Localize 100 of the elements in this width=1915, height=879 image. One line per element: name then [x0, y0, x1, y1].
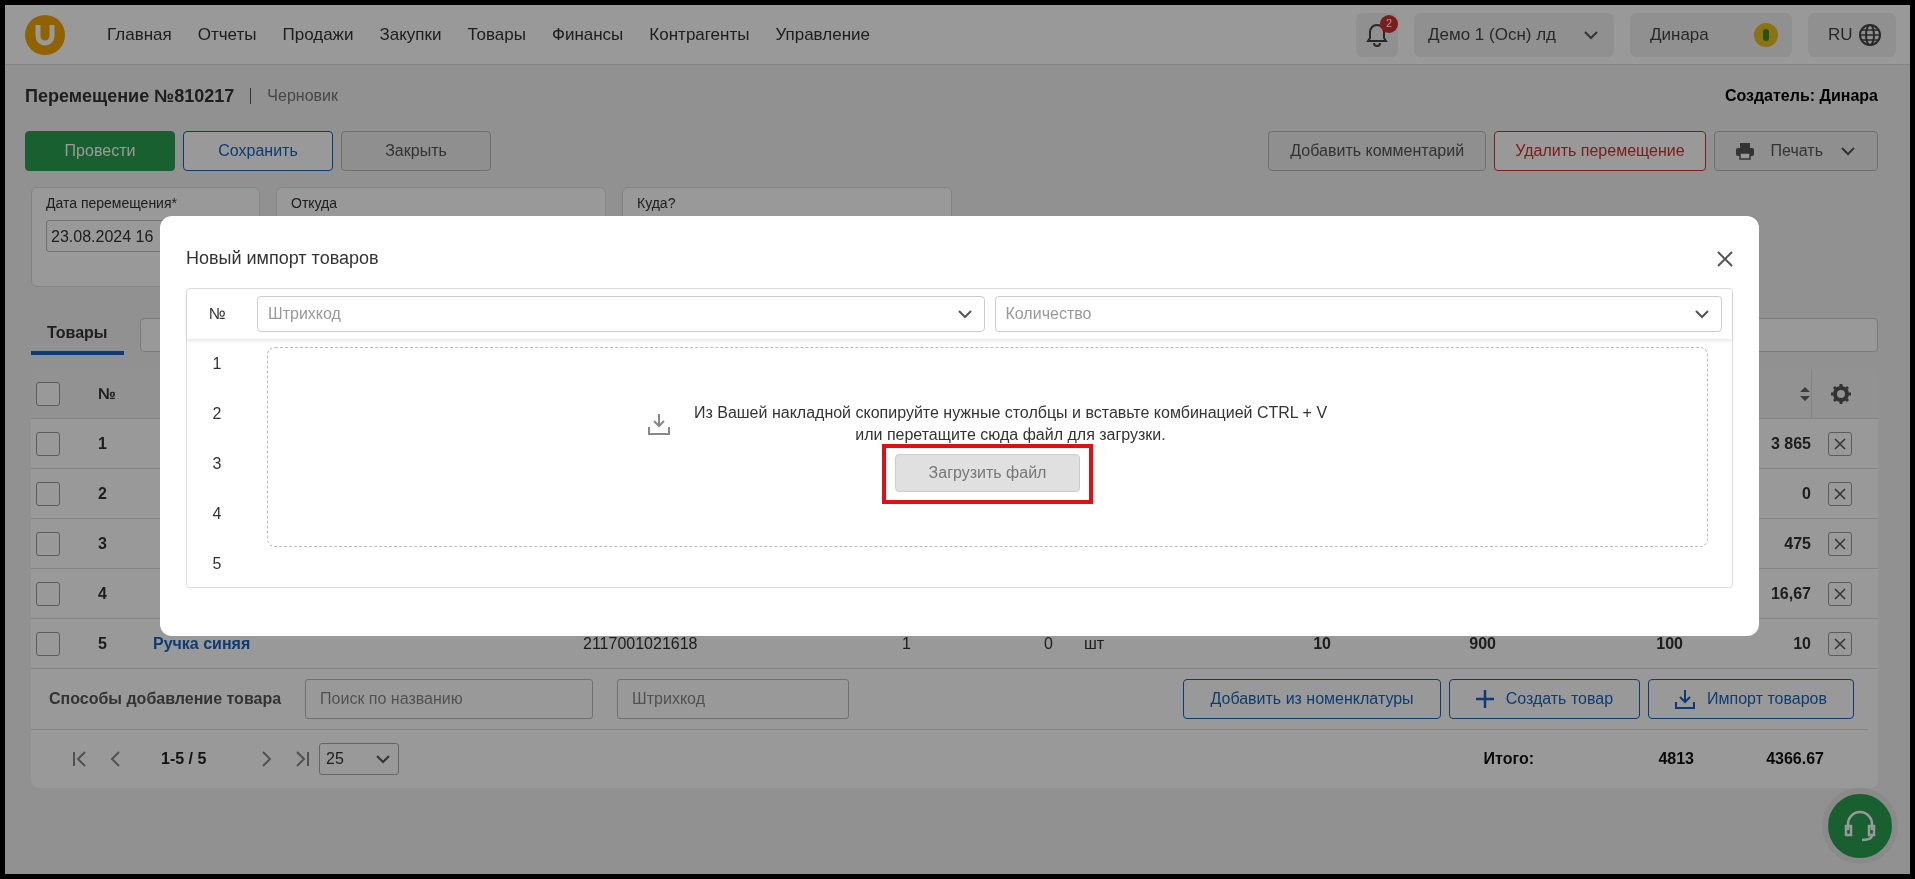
close-icon	[1834, 437, 1846, 450]
total-value: 4366.67	[1765, 749, 1824, 769]
table-cell: 10	[1793, 634, 1811, 652]
language-select[interactable]: RU	[1808, 12, 1896, 57]
page-size-select[interactable]: 25	[319, 743, 399, 775]
user-name: Динара	[1650, 23, 1709, 46]
avatar	[1754, 22, 1778, 47]
row-number: 3	[212, 454, 222, 474]
row-checkbox[interactable]	[36, 531, 60, 556]
row-checkbox[interactable]	[36, 431, 60, 456]
first-page-icon	[71, 750, 89, 768]
search-field[interactable]: Поиск по названию	[305, 679, 594, 719]
nav-link[interactable]: Контрагенты	[649, 21, 750, 48]
table-cell: 475	[1784, 534, 1811, 552]
tab[interactable]: Товары	[31, 315, 124, 355]
action-button[interactable]: Провести	[25, 131, 175, 171]
remove-button[interactable]	[1828, 431, 1852, 456]
remove-button[interactable]	[1828, 481, 1852, 506]
company-select[interactable]: Демо 1 (Осн) лд	[1414, 12, 1614, 57]
row-number: 1	[97, 433, 108, 454]
row-checkbox[interactable]	[36, 581, 60, 606]
table-cell: шт	[1084, 634, 1105, 652]
nav-link[interactable]: Товары	[467, 21, 526, 48]
notification-badge: 2	[1380, 14, 1398, 33]
table-cell: 3 865	[1770, 434, 1811, 452]
nav-link[interactable]: Продажи	[282, 21, 354, 48]
download-icon	[647, 413, 670, 435]
row-number: 5	[97, 633, 108, 654]
remove-button[interactable]	[1828, 581, 1852, 606]
nav-link[interactable]: Управление	[775, 21, 870, 48]
next-page-icon	[261, 750, 273, 768]
table-cell: 2117001021618	[583, 634, 698, 652]
barcode-field[interactable]: Штрихкод	[617, 679, 850, 719]
add-button[interactable]: Добавить из номенклатуры	[1183, 679, 1441, 719]
row-number: 2	[97, 483, 108, 504]
remove-button[interactable]	[1828, 531, 1852, 556]
field-label: Дата перемещения*	[46, 194, 178, 213]
company-name: Демо 1 (Осн) лд	[1428, 23, 1556, 46]
nav-link[interactable]: Финансы	[551, 21, 624, 48]
column-header: №	[208, 304, 226, 324]
print-button[interactable]: Печать	[1713, 131, 1878, 171]
table-cell: 16,67	[1770, 584, 1811, 602]
plus-icon	[1475, 690, 1494, 708]
row-number: 4	[97, 583, 108, 604]
close-icon	[1834, 587, 1846, 600]
row-number: 1	[212, 354, 222, 374]
row-number: 4	[212, 504, 222, 524]
close-icon	[1834, 537, 1846, 550]
document-title: Перемещение №810217	[25, 84, 235, 108]
drop-zone[interactable]: Из Вашей накладной скопируйте нужные столбцы и вставьте комбинацией CTRL + V или перетащите сюда файл для загрузки. Загрузить файл	[267, 347, 1708, 547]
download-icon	[1675, 689, 1696, 709]
table-cell: 0	[1802, 484, 1811, 502]
nav-link[interactable]: Закупки	[379, 21, 442, 48]
logo-icon	[25, 14, 65, 55]
field-label: Откуда	[291, 194, 339, 213]
table-cell: 0	[1044, 634, 1053, 652]
row-number: 5	[212, 554, 222, 574]
column-header: №	[97, 384, 117, 404]
add-methods-label: Способы добавление товара	[49, 689, 282, 709]
previous-page-icon	[109, 750, 121, 768]
upload-button[interactable]: Загрузить файл	[895, 454, 1080, 492]
row-checkbox[interactable]	[36, 631, 60, 656]
status-separator	[250, 88, 252, 104]
select-all-checkbox[interactable]	[36, 382, 60, 406]
printer-icon	[1734, 142, 1755, 160]
settings-icon	[1830, 384, 1851, 404]
action-button[interactable]: Добавить комментарий	[1268, 131, 1487, 171]
total-value: 4813	[1657, 749, 1694, 769]
document-status: Черновик	[267, 86, 338, 106]
row-checkbox[interactable]	[36, 481, 60, 506]
column-select[interactable]: Штрихкод	[257, 296, 985, 332]
totals-label: Итого:	[1483, 749, 1534, 769]
row-number: 2	[212, 404, 222, 424]
page-range: 1-5 / 5	[161, 749, 208, 769]
table-cell: 1	[902, 634, 911, 652]
column-select[interactable]: Количество	[994, 296, 1722, 332]
add-button[interactable]: Создать товар	[1448, 679, 1641, 719]
close-icon	[1717, 250, 1733, 267]
sort-icon	[1799, 386, 1811, 402]
language-code: RU	[1828, 23, 1853, 46]
add-button[interactable]: Импорт товаров	[1648, 679, 1854, 719]
action-button[interactable]: Сохранить	[183, 131, 333, 171]
field-label: Куда?	[637, 194, 677, 213]
close-icon	[1834, 637, 1846, 650]
close-icon	[1834, 487, 1846, 500]
table-cell: 10	[1313, 634, 1331, 652]
action-button[interactable]: Закрыть	[341, 131, 491, 171]
notification-button[interactable]: 2	[1356, 12, 1398, 57]
last-page-icon	[293, 750, 311, 768]
nav-link[interactable]: Отчеты	[197, 21, 257, 48]
user-menu[interactable]: Динара	[1630, 12, 1792, 57]
product-link[interactable]: Ручка синяя	[153, 634, 251, 652]
bell-icon	[1366, 22, 1388, 47]
nav-link[interactable]: Главная	[107, 21, 172, 48]
globe-icon	[1858, 22, 1882, 47]
creator-label: Создатель: Динара	[1724, 86, 1878, 106]
headset-icon	[1842, 808, 1878, 844]
remove-button[interactable]	[1828, 631, 1852, 656]
row-number: 3	[97, 533, 108, 554]
action-button[interactable]: Удалить перемещение	[1494, 131, 1706, 171]
